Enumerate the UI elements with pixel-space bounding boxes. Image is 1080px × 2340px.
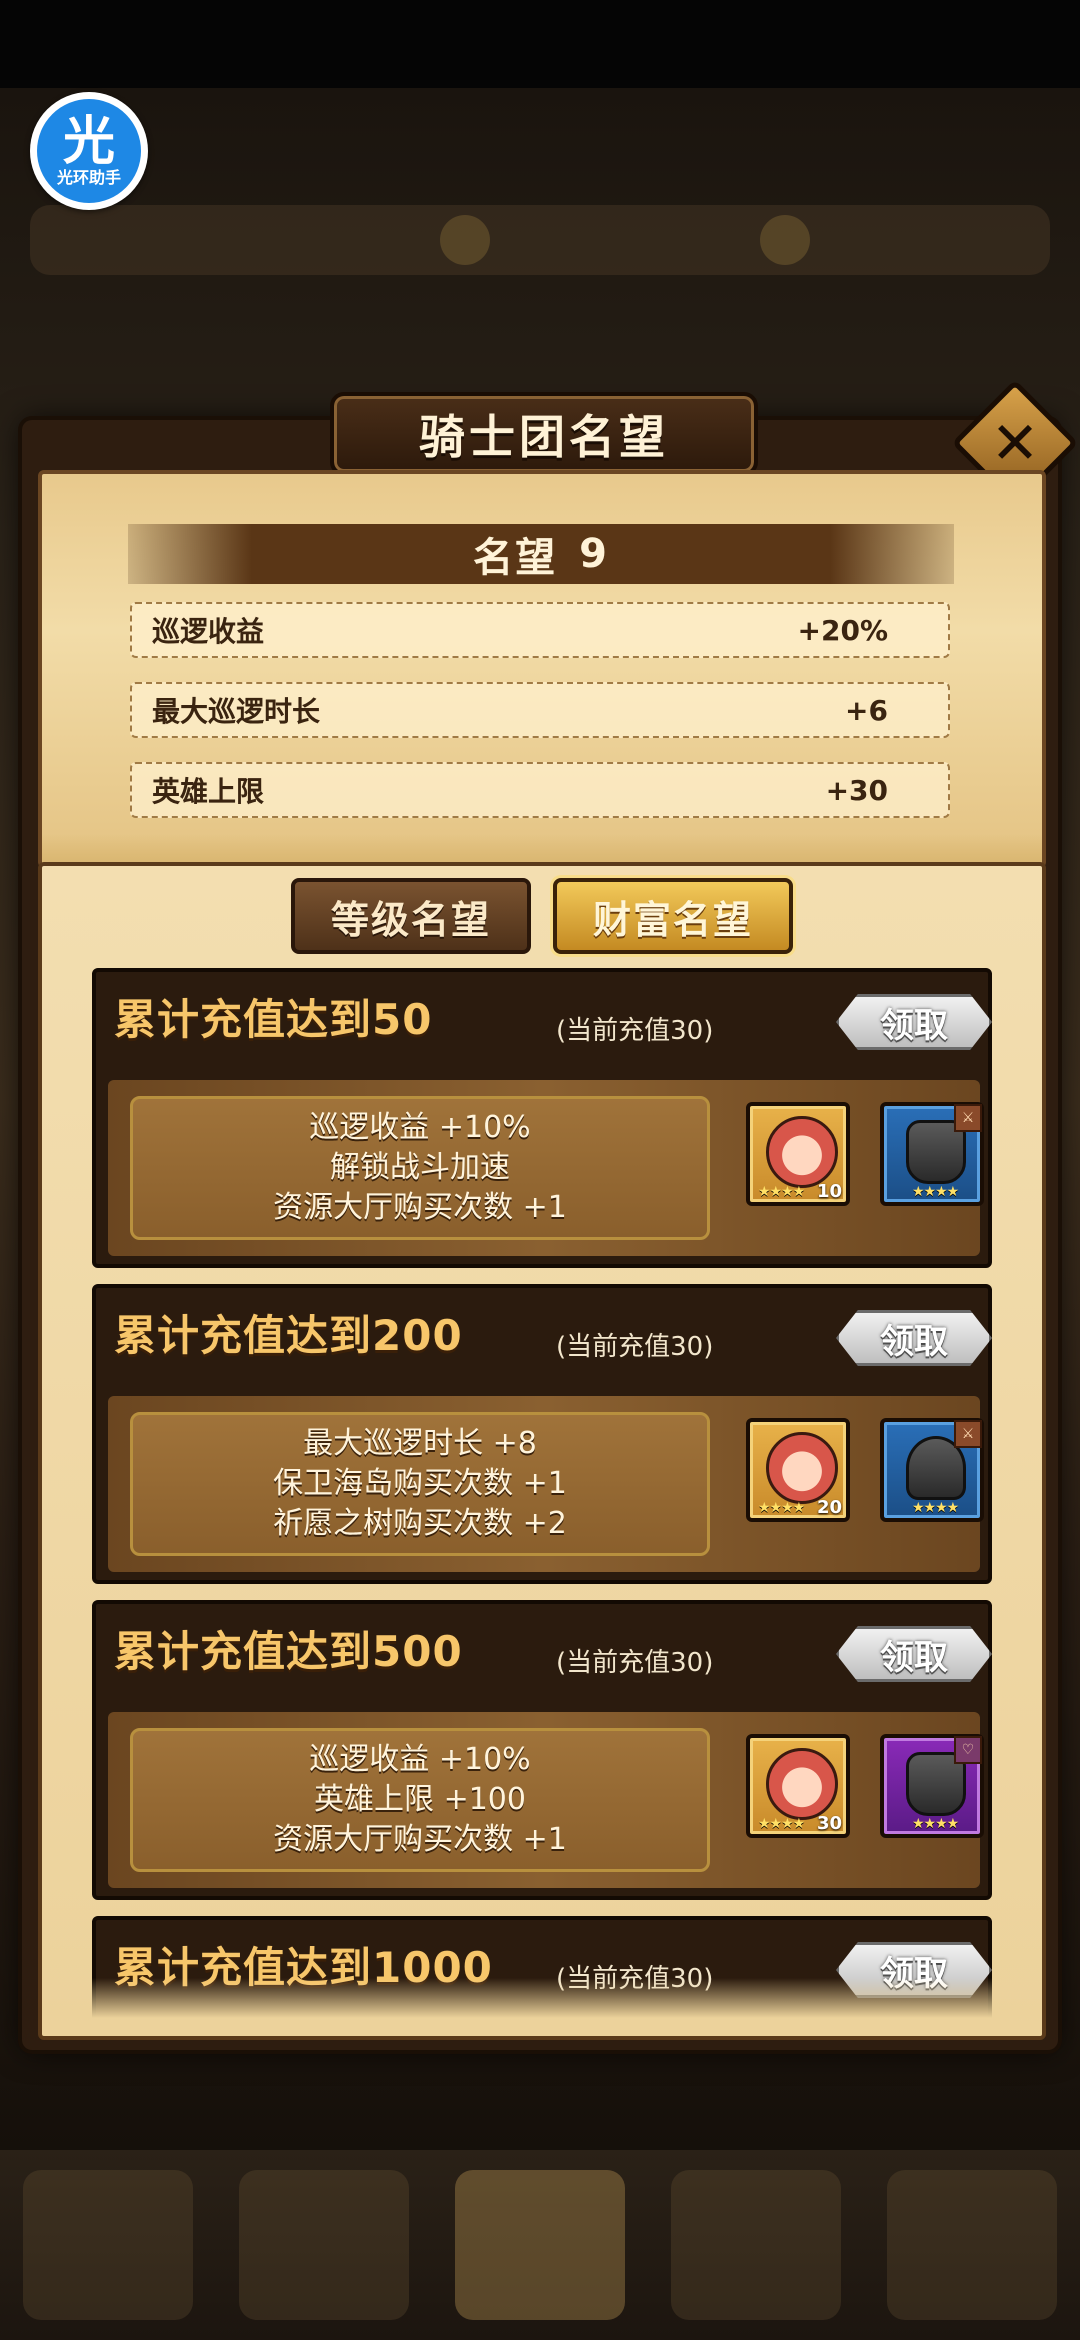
claim-button[interactable]: 领取 (836, 1626, 992, 1682)
hero-portrait-icon (766, 1116, 838, 1188)
reputation-level-label: 名望 (473, 535, 558, 581)
stat-row: 巡逻收益 +20% (130, 602, 950, 658)
reputation-tabs: 等级名望 财富名望 (42, 878, 1042, 958)
assistant-badge[interactable]: 光 光环助手 (30, 92, 148, 210)
current-recharge: (当前充值30) (556, 1332, 714, 1362)
stat-label: 最大巡逻时长 (152, 695, 321, 728)
reward-card-title: 累计充值达到500 (114, 1627, 463, 1676)
reward-card-header: 累计充值达到50 (当前充值30) 领取 (96, 972, 992, 1072)
reward-card: 累计充值达到500 (当前充值30) 领取 巡逻收益 +10% 英雄上限 +10… (92, 1600, 992, 1900)
hero-reward-item[interactable]: ★★★★ 10 (746, 1102, 850, 1206)
claim-button[interactable]: 领取 (836, 1310, 992, 1366)
modal-title-plate: 骑士团名望 (330, 392, 758, 476)
gear-reward-item[interactable]: ⚔ ★★★★ (880, 1418, 984, 1522)
nav-tab-5[interactable] (887, 2170, 1057, 2320)
stat-value: +20% (797, 613, 888, 647)
nav-tab-4[interactable] (671, 2170, 841, 2320)
stat-label: 巡逻收益 (152, 615, 265, 648)
reward-line: 解锁战斗加速 (330, 1150, 510, 1185)
reward-card: 累计充值达到50 (当前充值30) 领取 巡逻收益 +10% 解锁战斗加速 资源… (92, 968, 992, 1268)
reward-card-header: 累计充值达到500 (当前充值30) 领取 (96, 1604, 992, 1704)
star-rating: ★★★★ (912, 1816, 959, 1832)
star-rating: ★★★★ (912, 1500, 959, 1516)
reputation-summary: 名望 9 巡逻收益 +20% 最大巡逻时长 +6 英雄上限 +30 (38, 470, 1046, 868)
current-recharge: (当前充值30) (556, 1016, 714, 1046)
reward-text-box: 最大巡逻时长 +8 保卫海岛购买次数 +1 祈愿之树购买次数 +2 (130, 1412, 710, 1556)
assistant-logo-icon: 光 光环助手 (37, 99, 141, 203)
stat-row: 英雄上限 +30 (130, 762, 950, 818)
reward-line: 最大巡逻时长 +8 (303, 1426, 537, 1461)
reward-list[interactable]: 累计充值达到50 (当前充值30) 领取 巡逻收益 +10% 解锁战斗加速 资源… (42, 968, 1042, 2018)
blurred-top-bar (30, 205, 1050, 275)
list-scroll-fade (42, 1978, 1042, 2018)
gear-reward-item[interactable]: ⚔ ★★★★ (880, 1102, 984, 1206)
tab-level-reputation[interactable]: 等级名望 (291, 878, 531, 954)
hero-reward-item[interactable]: ★★★★ 30 (746, 1734, 850, 1838)
reputation-level-band: 名望 9 (128, 524, 954, 584)
reward-line: 资源大厅购买次数 +1 (273, 1190, 567, 1225)
nav-tab-1[interactable] (23, 2170, 193, 2320)
reward-card-header: 累计充值达到200 (当前充值30) 领取 (96, 1288, 992, 1388)
summary-scroll-fade (42, 834, 1042, 864)
item-count: 30 (816, 1813, 842, 1834)
current-recharge: (当前充值30) (556, 1648, 714, 1678)
reward-card: 累计充值达到200 (当前充值30) 领取 最大巡逻时长 +8 保卫海岛购买次数… (92, 1284, 992, 1584)
claim-button[interactable]: 领取 (836, 994, 992, 1050)
reputation-rewards-panel: 等级名望 财富名望 累计充值达到50 (当前充值30) 领取 巡逻收益 +10%… (38, 862, 1046, 2040)
reward-card-title: 累计充值达到50 (114, 995, 433, 1044)
reward-card-body: 巡逻收益 +10% 英雄上限 +100 资源大厅购买次数 +1 ★★★★ 30 … (108, 1712, 984, 1888)
gear-reward-item[interactable]: ♡ ★★★★ (880, 1734, 984, 1838)
assistant-logo-label: 光环助手 (56, 168, 121, 187)
heart-icon: ♡ (954, 1736, 982, 1764)
hero-reward-item[interactable]: ★★★★ 20 (746, 1418, 850, 1522)
stat-label: 英雄上限 (152, 775, 265, 808)
reward-card-body: 最大巡逻时长 +8 保卫海岛购买次数 +1 祈愿之树购买次数 +2 ★★★★ 2… (108, 1396, 984, 1572)
modal-title: 骑士团名望 (419, 410, 669, 464)
reward-line: 英雄上限 +100 (314, 1782, 526, 1817)
star-rating: ★★★★ (912, 1184, 959, 1200)
reward-line: 祈愿之树购买次数 +2 (273, 1506, 567, 1541)
reputation-level-value: 9 (579, 531, 609, 577)
nav-tab-3[interactable] (455, 2170, 625, 2320)
assistant-logo-char: 光 (62, 112, 115, 172)
reward-line: 资源大厅购买次数 +1 (273, 1822, 567, 1857)
status-bar (0, 0, 1080, 88)
star-rating: ★★★★ (758, 1184, 805, 1200)
hero-portrait-icon (766, 1748, 838, 1820)
blurred-coin-icon (440, 215, 490, 265)
stat-value: +30 (825, 773, 888, 807)
stat-value: +6 (845, 693, 888, 727)
item-count: 20 (816, 1497, 842, 1518)
reward-card-body: 巡逻收益 +10% 解锁战斗加速 资源大厅购买次数 +1 ★★★★ 10 ⚔ ★… (108, 1080, 984, 1256)
reward-text-box: 巡逻收益 +10% 英雄上限 +100 资源大厅购买次数 +1 (130, 1728, 710, 1872)
weapon-type-icon: ⚔ (954, 1420, 982, 1448)
stat-row: 最大巡逻时长 +6 (130, 682, 950, 738)
reward-text-box: 巡逻收益 +10% 解锁战斗加速 资源大厅购买次数 +1 (130, 1096, 710, 1240)
item-count: 10 (816, 1181, 842, 1202)
star-rating: ★★★★ (758, 1500, 805, 1516)
reward-line: 巡逻收益 +10% (309, 1742, 531, 1777)
tab-wealth-reputation[interactable]: 财富名望 (553, 878, 793, 954)
bottom-nav (0, 2150, 1080, 2340)
reward-line: 巡逻收益 +10% (309, 1110, 531, 1145)
nav-tab-2[interactable] (239, 2170, 409, 2320)
reward-card-title: 累计充值达到200 (114, 1311, 463, 1360)
blurred-gem-icon (760, 215, 810, 265)
star-rating: ★★★★ (758, 1816, 805, 1832)
reward-line: 保卫海岛购买次数 +1 (273, 1466, 567, 1501)
weapon-type-icon: ⚔ (954, 1104, 982, 1132)
hero-portrait-icon (766, 1432, 838, 1504)
